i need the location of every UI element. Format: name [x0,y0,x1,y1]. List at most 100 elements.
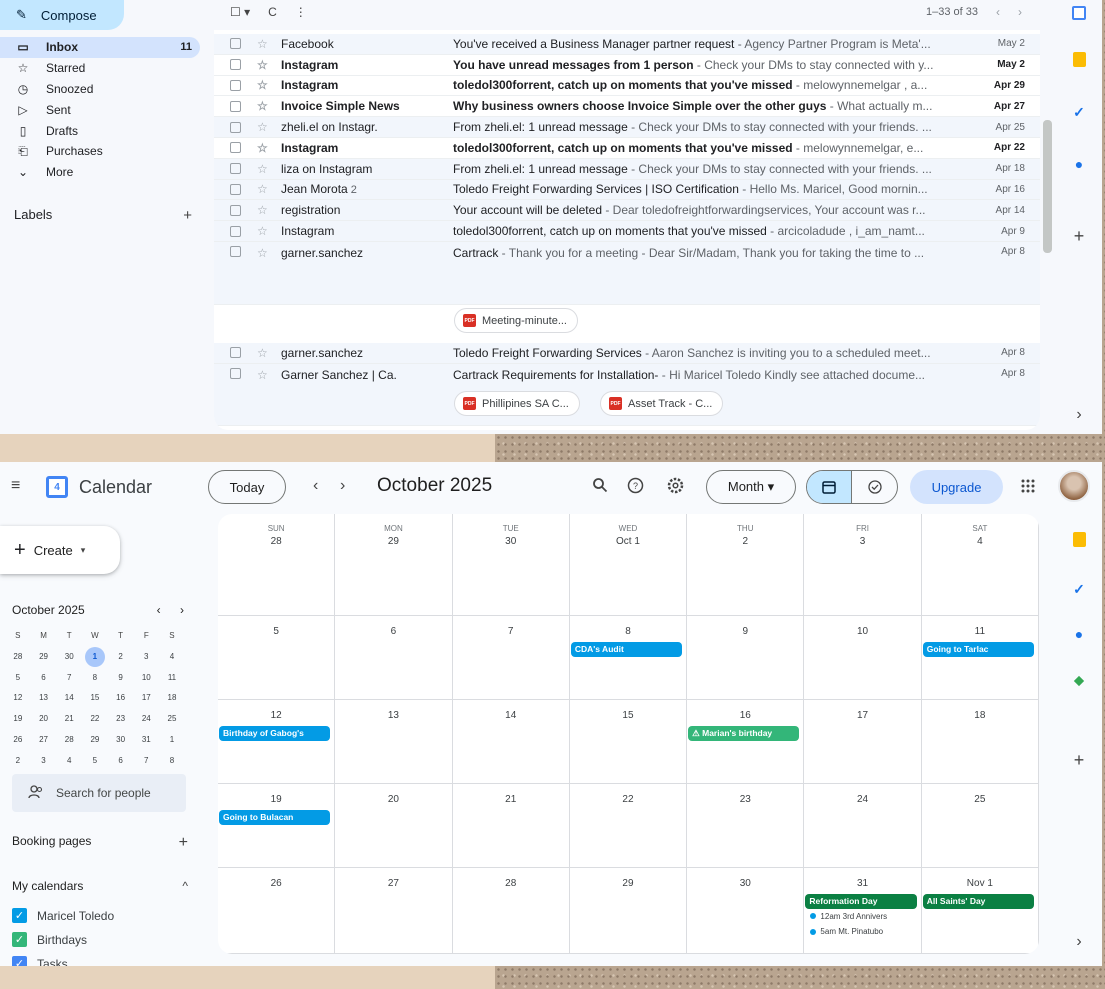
nav-item-starred[interactable]: ☆ Starred [0,58,200,79]
mini-day[interactable]: 2 [5,751,31,772]
search-people-field[interactable]: Search for people [12,774,186,812]
day-number[interactable]: 25 [922,794,1038,805]
email-row[interactable]: ☆ garner.sanchez Toledo Freight Forwarding… [214,343,1040,364]
mini-next-icon[interactable]: › [180,603,184,617]
today-button[interactable]: Today [208,470,286,504]
mini-day[interactable]: 1 [82,646,108,668]
event-chip[interactable]: Reformation Day [805,894,917,909]
mini-day[interactable]: 2 [108,647,134,668]
mini-day[interactable]: 21 [56,709,82,730]
star-icon[interactable]: ☆ [257,346,271,360]
day-number[interactable]: 18 [922,710,1038,721]
collapse-my-calendars-icon[interactable]: ^ [182,879,188,893]
day-number[interactable]: 22 [570,794,686,805]
row-checkbox[interactable] [230,225,241,237]
day-cell[interactable]: 9 [687,616,805,700]
mini-day[interactable]: 5 [5,668,31,689]
day-cell[interactable]: 6 [335,616,453,700]
star-icon[interactable]: ☆ [257,246,271,260]
day-cell[interactable]: THU 2 [687,514,805,616]
expand-panel-icon[interactable]: › [1070,933,1088,951]
row-checkbox[interactable] [230,142,241,154]
day-number[interactable]: Nov 1 [922,878,1038,889]
mini-day[interactable]: 20 [31,709,57,730]
day-cell[interactable]: 30 [687,868,805,954]
checkbox-checked-icon[interactable]: ✓ [12,956,27,966]
star-icon[interactable]: ☆ [257,224,271,238]
nav-item-more[interactable]: ⌄ More [0,162,200,183]
day-number[interactable]: Oct 1 [570,536,686,547]
day-number[interactable]: 30 [687,878,803,889]
keep-icon[interactable] [1070,530,1088,548]
email-row[interactable]: ☆ garner.sanchez Cartrack - Thank you for … [214,242,1040,305]
row-checkbox[interactable] [230,368,241,379]
mini-day[interactable]: 8 [159,751,185,772]
next-page-icon[interactable]: › [1018,5,1022,19]
mini-day[interactable]: 24 [133,709,159,730]
mini-day[interactable]: 18 [159,688,185,709]
email-row[interactable]: ☆ liza on Instagram From zheli.el: 1 unrea… [214,158,1040,180]
day-cell[interactable]: 25 [921,784,1039,868]
row-checkbox[interactable] [230,163,241,175]
mini-day[interactable]: 23 [108,709,134,730]
row-checkbox[interactable] [230,347,241,359]
day-cell[interactable]: 7 [452,616,570,700]
mini-day[interactable]: 13 [31,688,57,709]
row-checkbox[interactable] [230,79,241,91]
day-number[interactable]: 5 [218,626,334,637]
timed-event[interactable]: 12am 3rd Annivers [810,912,887,921]
keep-icon[interactable] [1070,50,1088,68]
day-number[interactable]: 30 [453,536,569,547]
mini-day[interactable]: 15 [82,688,108,709]
row-checkbox[interactable] [230,204,241,216]
mini-day[interactable]: 1 [159,730,185,751]
mini-day[interactable]: 31 [133,730,159,751]
email-row[interactable]: ☆ Instagram toledol300forrent, catch up on… [214,75,1040,97]
mini-day[interactable]: 12 [5,688,31,709]
attachment-chip[interactable]: PDF Phillipines SA C... [454,391,580,416]
mini-prev-icon[interactable]: ‹ [157,603,161,617]
next-month-icon[interactable]: › [340,477,345,495]
day-number[interactable]: 3 [804,536,920,547]
add-label-button[interactable]: + [183,207,192,224]
nav-item-snoozed[interactable]: ◷ Snoozed [0,79,200,100]
mini-day[interactable]: 8 [82,668,108,689]
mini-day[interactable]: 3 [31,751,57,772]
mini-day[interactable]: 5 [82,751,108,772]
mini-day[interactable]: 17 [133,688,159,709]
nav-item-inbox[interactable]: ▭ Inbox 11 [0,37,200,58]
nav-item-sent[interactable]: ▷ Sent [0,99,200,120]
day-cell[interactable]: 26 [218,868,336,954]
contacts-icon[interactable]: ● [1070,155,1088,173]
day-cell[interactable]: 16 [687,700,805,784]
email-row[interactable]: ☆ registration Your account will be delete… [214,200,1040,222]
maps-icon[interactable]: ⬥ [1070,671,1088,689]
mini-day[interactable]: 11 [159,668,185,689]
day-cell[interactable]: 5 [218,616,336,700]
star-icon[interactable]: ☆ [257,37,271,51]
day-number[interactable]: 17 [804,710,920,721]
day-cell[interactable]: WED Oct 1 [569,514,688,616]
row-checkbox[interactable] [230,246,241,257]
day-cell[interactable]: 22 [569,784,688,868]
day-cell[interactable]: 21 [452,784,570,868]
row-checkbox[interactable] [230,38,241,50]
refresh-icon[interactable]: C [268,5,277,19]
day-number[interactable]: 29 [570,878,686,889]
day-number[interactable]: 29 [335,536,451,547]
email-row[interactable]: ☆ Invoice Simple News Why business owners … [214,96,1040,118]
mini-day[interactable]: 30 [56,647,82,668]
expand-panel-icon[interactable]: › [1070,406,1088,424]
day-number[interactable]: 10 [804,626,920,637]
tasks-icon[interactable]: ✓ [1070,580,1088,598]
event-chip[interactable]: Birthday of Gabog's [219,726,331,741]
mini-day[interactable]: 25 [159,709,185,730]
tasks-icon[interactable]: ✓ [1070,103,1088,121]
day-cell[interactable]: 23 [687,784,805,868]
apps-grid-icon[interactable] [1021,479,1035,498]
contacts-icon[interactable]: ● [1070,625,1088,643]
day-number[interactable]: 9 [687,626,803,637]
day-number[interactable]: 31 [804,878,920,889]
email-row[interactable]: ☆ Jean Morota 2 Toledo Freight Forwarding … [214,179,1040,201]
mini-day[interactable]: 9 [108,668,134,689]
